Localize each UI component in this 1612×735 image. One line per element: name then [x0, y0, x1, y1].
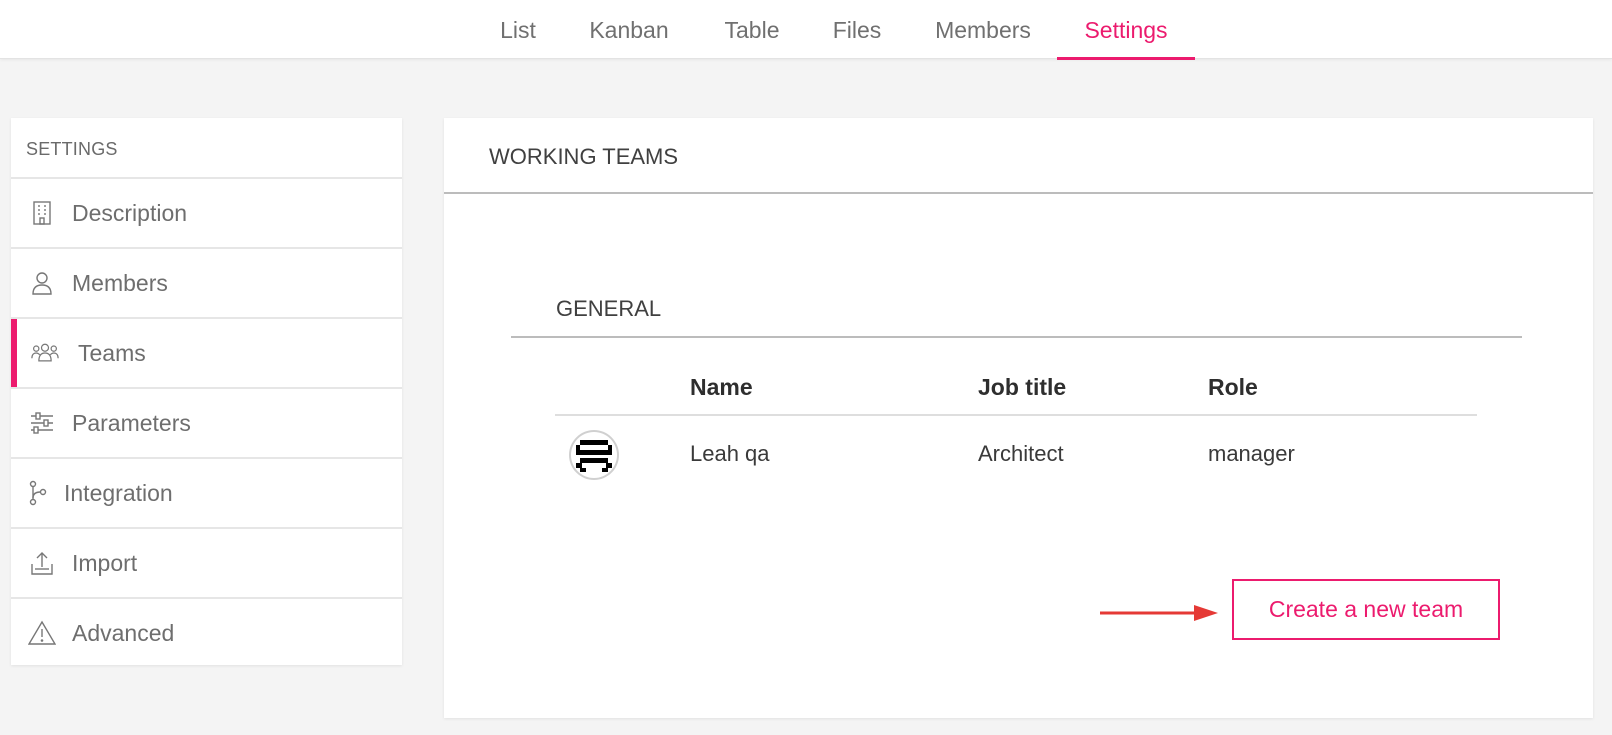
sidebar-item-label: Teams: [78, 339, 146, 366]
building-icon: [28, 199, 56, 227]
working-teams-panel: WORKING TEAMS GENERAL Name Job title Rol…: [444, 118, 1593, 718]
warning-icon: [28, 619, 56, 647]
table-row: Leah qa Architect manager: [555, 418, 1477, 488]
sidebar-item-import[interactable]: Import: [11, 529, 402, 599]
tab-settings[interactable]: Settings: [1057, 0, 1195, 60]
team-icon: [31, 339, 59, 367]
sidebar-item-label: Advanced: [72, 619, 175, 646]
sidebar-item-advanced[interactable]: Advanced: [11, 599, 402, 667]
sidebar-item-parameters[interactable]: Parameters: [11, 389, 402, 459]
top-nav: List Kanban Table Files Members Settings: [0, 0, 1612, 60]
tab-files[interactable]: Files: [831, 0, 883, 58]
table-header: Name Job title Role: [555, 366, 1477, 416]
settings-sidebar: SETTINGS Description Members Teams Param…: [11, 118, 402, 665]
git-branch-icon: [28, 479, 48, 507]
user-icon: [28, 269, 56, 297]
column-header-job-title: Job title: [978, 374, 1067, 400]
tab-members[interactable]: Members: [933, 0, 1033, 58]
sidebar-item-label: Integration: [64, 479, 173, 506]
sidebar-item-label: Members: [72, 269, 168, 296]
sidebar-item-label: Description: [72, 199, 188, 226]
tab-table[interactable]: Table: [722, 0, 782, 58]
sidebar-item-integration[interactable]: Integration: [11, 459, 402, 529]
create-team-button[interactable]: Create a new team: [1232, 579, 1500, 640]
sidebar-item-description[interactable]: Description: [11, 179, 402, 249]
sidebar-item-members[interactable]: Members: [11, 249, 402, 319]
sidebar-item-teams[interactable]: Teams: [11, 319, 402, 389]
sidebar-header: SETTINGS: [11, 118, 402, 179]
avatar: [571, 432, 617, 478]
column-header-name: Name: [690, 374, 753, 400]
sidebar-item-label: Import: [72, 549, 138, 576]
column-header-role: Role: [1208, 374, 1258, 400]
cell-job-title: Architect: [978, 441, 1064, 466]
sliders-icon: [28, 409, 56, 437]
pixel-avatar-icon: [576, 440, 612, 472]
tab-kanban[interactable]: Kanban: [588, 0, 670, 58]
section-title: GENERAL: [511, 296, 1522, 338]
tab-list[interactable]: List: [498, 0, 538, 58]
upload-icon: [28, 549, 56, 577]
page-title: WORKING TEAMS: [444, 118, 1593, 194]
cell-role: manager: [1208, 441, 1295, 466]
sidebar-item-label: Parameters: [72, 409, 191, 436]
cell-name: Leah qa: [690, 441, 770, 466]
arrow-annotation-icon: [1100, 605, 1218, 621]
section-title-label: GENERAL: [556, 296, 662, 321]
